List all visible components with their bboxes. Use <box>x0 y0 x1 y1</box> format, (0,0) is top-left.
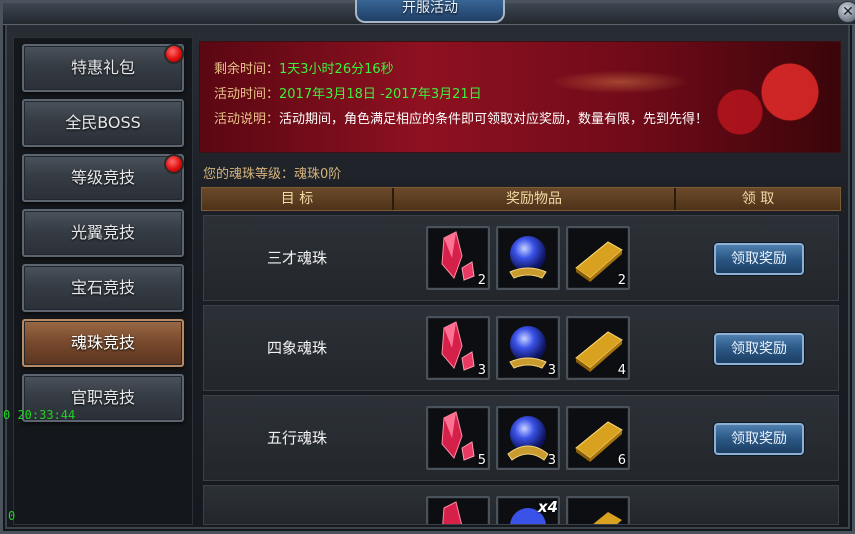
sidebar-item-label: 宝石竞技 <box>70 278 135 297</box>
table-row: 五行魂珠 5 3 6 领取奖励 <box>203 395 839 481</box>
claim-reward-button[interactable]: 领取奖励 <box>714 243 804 275</box>
table-row: 三才魂珠 2 2 领取奖励 <box>203 215 839 301</box>
reward-quantity: 2 <box>477 273 486 288</box>
claim-reward-button[interactable]: 领取奖励 <box>714 333 804 365</box>
reward-slot[interactable] <box>566 496 630 524</box>
event-window: 开服活动 ✕ 特惠礼包 全民BOSS 等级竞技 光翼竞技 宝石竞技 魂珠竞技 官… <box>0 0 855 534</box>
reward-slot[interactable]: 3 <box>496 406 560 470</box>
reward-quantity: 2 <box>617 273 626 288</box>
reward-slot[interactable] <box>496 226 560 290</box>
gold-bar-icon <box>593 512 622 524</box>
header-claim: 领 取 <box>741 191 775 207</box>
sidebar-item-world-boss[interactable]: 全民BOSS <box>22 99 184 147</box>
debug-clock-text: 0 20:33:44 <box>3 408 76 422</box>
target-name: 三才魂珠 <box>266 249 327 267</box>
target-name: 四象魂珠 <box>266 339 327 357</box>
blue-orb-icon <box>509 236 547 279</box>
sidebar-item-wing-race[interactable]: 光翼竞技 <box>22 209 184 257</box>
sidebar-item-label: 全民BOSS <box>65 113 141 132</box>
table-row: 四象魂珠 3 3 4 领取奖励 <box>203 305 839 391</box>
notification-dot-icon <box>164 44 184 64</box>
main-panel: 剩余时间：1天3小时26分16秒 活动时间：2017年3月18日 -2017年3… <box>199 41 841 525</box>
remaining-time-value: 1天3小时26分16秒 <box>279 62 394 77</box>
sidebar-item-level-race[interactable]: 等级竞技 <box>22 154 184 202</box>
reward-quantity: 5 <box>477 453 486 468</box>
reward-quantity: 3 <box>547 363 556 378</box>
soul-orb-level-text: 您的魂珠等级：魂珠0阶 <box>203 167 342 182</box>
window-title: 开服活动 <box>355 0 505 23</box>
event-description-line: 活动说明：活动期间，角色满足相应的条件即可领取对应奖励，数量有限，先到先得！ <box>214 108 708 127</box>
reward-slot[interactable]: 2 <box>566 226 630 290</box>
reward-slot[interactable] <box>426 496 490 524</box>
close-button[interactable]: ✕ <box>837 1 855 23</box>
reward-slot[interactable]: 4 <box>566 316 630 380</box>
reward-quantity: 4 <box>617 363 626 378</box>
reward-slot[interactable]: 2 <box>426 226 490 290</box>
event-description-value: 活动期间，角色满足相应的条件即可领取对应奖励，数量有限，先到先得！ <box>279 112 709 127</box>
remaining-time-line: 剩余时间：1天3小时26分16秒 <box>214 58 394 77</box>
event-banner: 剩余时间：1天3小时26分16秒 活动时间：2017年3月18日 -2017年3… <box>199 41 841 153</box>
remaining-time-label: 剩余时间： <box>214 62 280 77</box>
event-period-line: 活动时间：2017年3月18日 -2017年3月21日 <box>214 83 482 102</box>
target-name: 五行魂珠 <box>266 429 327 447</box>
reward-quantity: 3 <box>547 453 556 468</box>
sidebar-item-soul-orb-race[interactable]: 魂珠竞技 <box>22 319 184 367</box>
reward-slot[interactable]: 6 <box>566 406 630 470</box>
reward-slot[interactable]: 3 <box>496 316 560 380</box>
notification-dot-icon <box>164 154 184 174</box>
event-period-value: 2017年3月18日 -2017年3月21日 <box>279 87 482 102</box>
sidebar-item-label: 魂珠竞技 <box>70 333 135 352</box>
reward-slot[interactable]: 5 <box>426 406 490 470</box>
event-description-label: 活动说明： <box>214 112 280 127</box>
sidebar-item-special-gift[interactable]: 特惠礼包 <box>22 44 184 92</box>
reward-slot[interactable]: x4 <box>496 496 560 524</box>
red-crystal-icon <box>442 501 463 524</box>
reward-quantity: 3 <box>477 363 486 378</box>
sidebar-item-gem-race[interactable]: 宝石竞技 <box>22 264 184 312</box>
sidebar-item-label: 光翼竞技 <box>70 223 135 242</box>
event-period-label: 活动时间： <box>214 87 280 102</box>
reward-quantity: 6 <box>617 453 626 468</box>
debug-counter-text: 0 <box>8 509 16 523</box>
claim-reward-button[interactable]: 领取奖励 <box>714 423 804 455</box>
sidebar-item-label: 官职竞技 <box>70 388 135 407</box>
sidebar-item-label: 等级竞技 <box>70 168 135 187</box>
reward-table-header: 目 标 奖励物品 领 取 <box>201 187 841 211</box>
header-target: 目 标 <box>280 191 314 207</box>
table-row: x4 <box>203 485 839 525</box>
reward-slot[interactable]: 3 <box>426 316 490 380</box>
header-rewards: 奖励物品 <box>506 191 562 207</box>
sidebar: 特惠礼包 全民BOSS 等级竞技 光翼竞技 宝石竞技 魂珠竞技 官职竞技 <box>13 37 193 525</box>
sidebar-item-label: 特惠礼包 <box>70 58 135 77</box>
multiplier-badge: x4 <box>537 498 558 516</box>
